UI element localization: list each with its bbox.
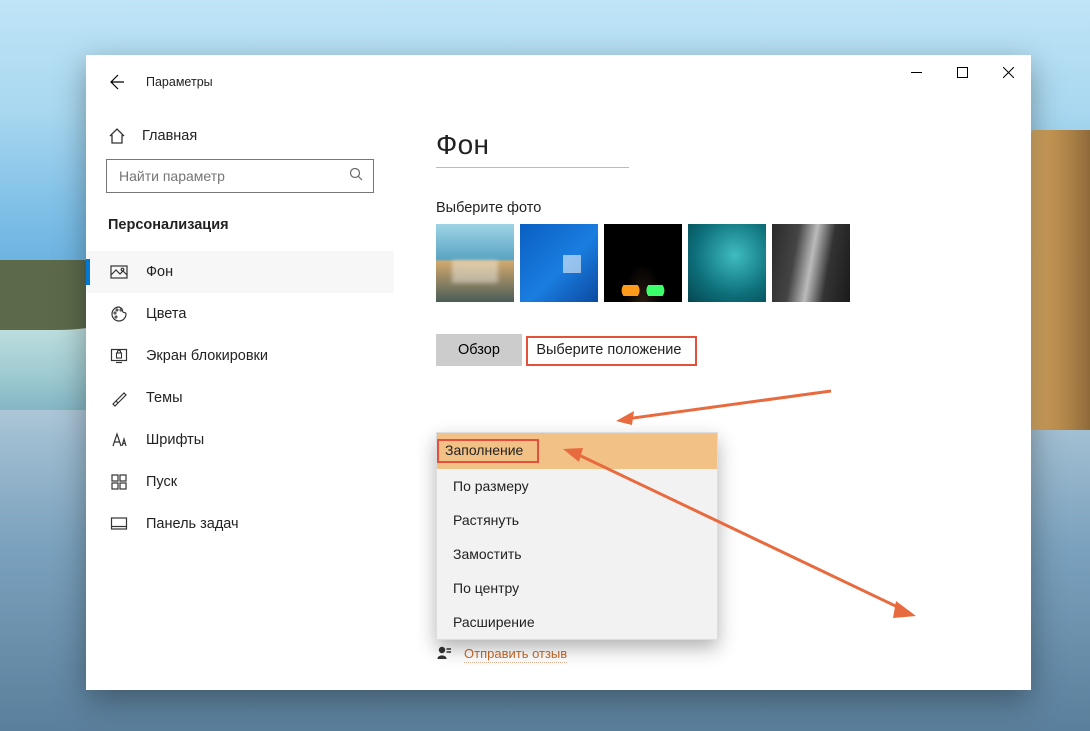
wallpaper-thumb-4[interactable]: [688, 224, 766, 302]
desktop-wallpaper: Параметры Главная Персонализация: [0, 0, 1090, 731]
image-icon: [110, 263, 128, 281]
fit-option-fill[interactable]: Заполнение: [437, 433, 717, 469]
sidebar-item-start[interactable]: Пуск: [86, 461, 394, 503]
sidebar-item-colors[interactable]: Цвета: [86, 293, 394, 335]
wallpaper-thumb-2[interactable]: [520, 224, 598, 302]
sidebar-item-background[interactable]: Фон: [86, 251, 394, 293]
fit-option-label: По размеру: [453, 478, 529, 494]
sidebar-item-label: Пуск: [146, 474, 177, 490]
fit-option-label: Заполнение: [437, 439, 539, 463]
minimize-button[interactable]: [893, 57, 939, 87]
wallpaper-thumb-1[interactable]: [436, 224, 514, 302]
sidebar: Главная Персонализация Фон: [86, 101, 406, 690]
taskbar-icon: [110, 515, 128, 533]
category-title: Персонализация: [108, 217, 394, 233]
maximize-button[interactable]: [939, 57, 985, 87]
feedback-icon: [436, 645, 452, 664]
sidebar-item-label: Темы: [146, 390, 183, 406]
start-icon: [110, 473, 128, 491]
sidebar-item-label: Цвета: [146, 306, 186, 322]
sidebar-item-label: Шрифты: [146, 432, 204, 448]
nav-list: Фон Цвета Экран блокировки: [86, 251, 394, 545]
fit-option-label: Замостить: [453, 546, 522, 562]
wallpaper-thumb-5[interactable]: [772, 224, 850, 302]
search-input[interactable]: [119, 168, 349, 184]
wallpaper-thumbnails: [436, 224, 1031, 302]
home-link[interactable]: Главная: [106, 117, 394, 159]
sidebar-item-label: Экран блокировки: [146, 348, 268, 364]
sidebar-item-themes[interactable]: Темы: [86, 377, 394, 419]
home-icon: [108, 127, 126, 145]
choose-photo-label: Выберите фото: [436, 200, 1031, 216]
search-box[interactable]: [106, 159, 374, 193]
search-icon: [349, 167, 363, 186]
back-button[interactable]: [106, 72, 126, 92]
fit-option-label: По центру: [453, 580, 519, 596]
sidebar-item-taskbar[interactable]: Панель задач: [86, 503, 394, 545]
main-content: Фон Выберите фото Обзор Выберите положен…: [406, 101, 1031, 690]
sidebar-item-fonts[interactable]: Шрифты: [86, 419, 394, 461]
browse-button[interactable]: Обзор: [436, 334, 522, 366]
home-label: Главная: [142, 128, 197, 144]
fit-option-stretch[interactable]: Растянуть: [437, 503, 717, 537]
close-button[interactable]: [985, 57, 1031, 87]
fit-option-label: Растянуть: [453, 512, 519, 528]
palette-icon: [110, 305, 128, 323]
wallpaper-thumb-3[interactable]: [604, 224, 682, 302]
window-title: Параметры: [146, 75, 213, 89]
sidebar-item-label: Панель задач: [146, 516, 239, 532]
window-header: Параметры: [86, 55, 1031, 95]
fit-option-tile[interactable]: Замостить: [437, 537, 717, 571]
give-feedback-label: Отправить отзыв: [464, 646, 567, 663]
fit-option-label: Расширение: [453, 614, 535, 630]
choose-fit-label: Выберите положение: [526, 336, 697, 366]
brush-icon: [110, 389, 128, 407]
page-title: Фон: [436, 129, 629, 168]
lockscreen-icon: [110, 347, 128, 365]
fit-dropdown[interactable]: Заполнение По размеру Растянуть Замостит…: [436, 432, 718, 640]
fit-option-span[interactable]: Расширение: [437, 605, 717, 639]
font-icon: [110, 431, 128, 449]
sidebar-item-lockscreen[interactable]: Экран блокировки: [86, 335, 394, 377]
give-feedback-link[interactable]: Отправить отзыв: [436, 645, 573, 664]
sidebar-item-label: Фон: [146, 264, 173, 280]
window-titlebar: [893, 55, 1031, 89]
fit-option-fit[interactable]: По размеру: [437, 469, 717, 503]
settings-window: Параметры Главная Персонализация: [86, 55, 1031, 690]
fit-option-center[interactable]: По центру: [437, 571, 717, 605]
